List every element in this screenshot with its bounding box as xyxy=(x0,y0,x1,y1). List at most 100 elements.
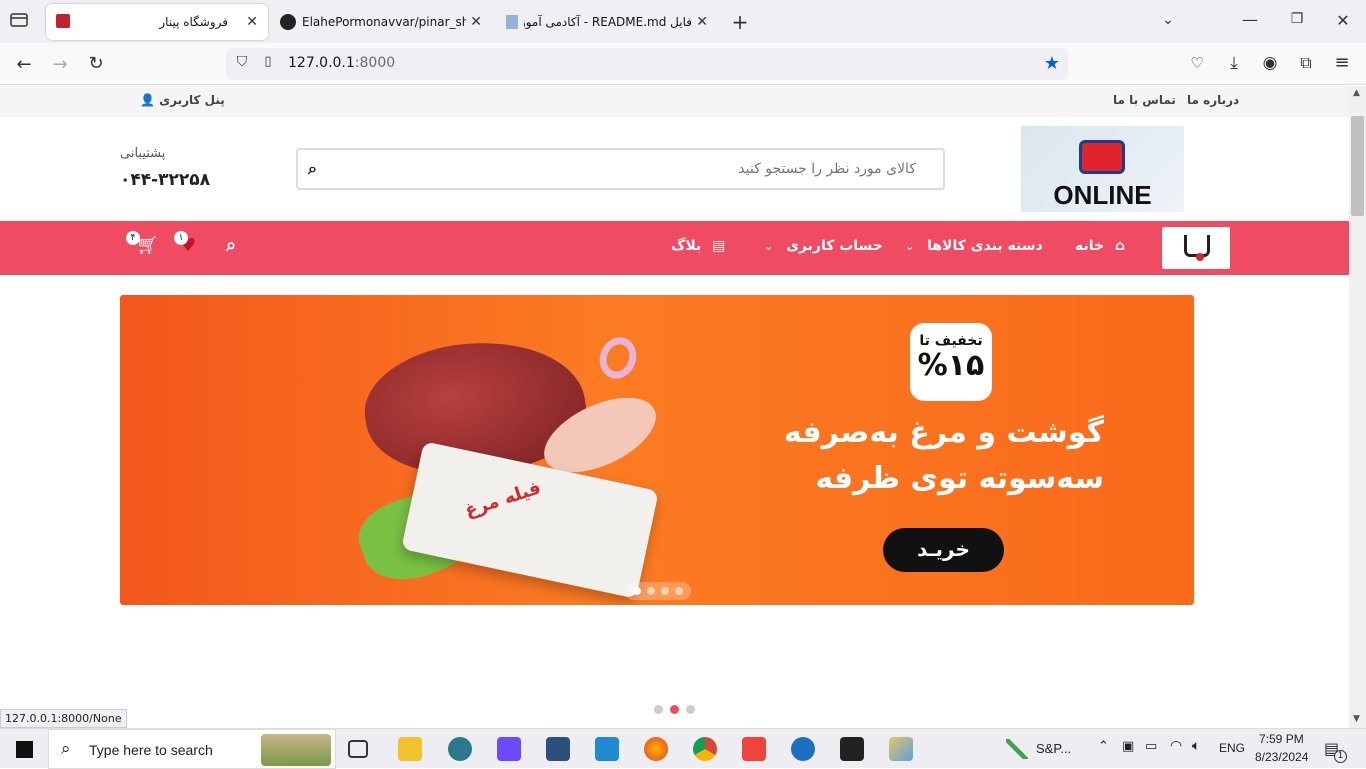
app-v-icon[interactable] xyxy=(791,737,815,761)
cart-count-badge: ۴ xyxy=(126,231,140,245)
volume-icon[interactable]: 🔈︎ xyxy=(1192,738,1200,754)
slide-dot[interactable] xyxy=(661,587,669,595)
menu-icon[interactable]: ≡ xyxy=(1332,52,1352,73)
restore-icon[interactable]: ❐ xyxy=(1287,11,1307,27)
web-page: درباره ما تماس با ما 👤 پنل کاربری ONLINE… xyxy=(0,86,1349,728)
stocks-label[interactable]: S&P... xyxy=(1036,741,1071,756)
slide-dot-active[interactable] xyxy=(670,705,679,714)
browser-tab-bar: فروشگاه پینار ✕ ElahePormonavvar/pinar_s… xyxy=(0,0,1366,43)
reload-icon[interactable]: ↻ xyxy=(86,53,106,74)
taskbar-search-placeholder: Type here to search xyxy=(89,742,213,758)
site-logo[interactable]: ONLINE xyxy=(1021,126,1184,212)
downloads-icon[interactable]: ⤓ xyxy=(1224,53,1244,73)
battery-icon[interactable]: ▭ xyxy=(1145,739,1157,754)
discount-label: تخفیف تا xyxy=(919,333,983,349)
pocket-icon[interactable]: ♡ xyxy=(1187,54,1207,72)
logo-text: ONLINE xyxy=(1053,180,1152,210)
clock-time[interactable]: 7:59 PM xyxy=(1259,732,1304,746)
menu-blog[interactable]: بلاگ ▤ xyxy=(671,238,725,254)
page-scrollbar[interactable]: ▲ ▼ xyxy=(1349,86,1366,728)
task-view-icon[interactable] xyxy=(348,740,368,758)
slide-dot[interactable] xyxy=(686,705,695,714)
menu-categories[interactable]: ⌄ دسته بندی کالاها xyxy=(905,238,1043,254)
tab-github[interactable]: ElahePormonavvar/pinar_shop ✕ xyxy=(274,4,490,40)
contact-link[interactable]: تماس با ما xyxy=(1113,93,1176,107)
user-panel-link[interactable]: 👤 پنل کاربری xyxy=(140,93,225,107)
menu-account-label: حساب کاربری xyxy=(786,238,883,254)
tab-title: فروشگاه پینار xyxy=(159,15,228,29)
close-tab-icon[interactable]: ✕ xyxy=(470,14,482,30)
discount-value: %۱۵ xyxy=(917,348,985,383)
list-tabs-icon[interactable]: ⌄ xyxy=(1158,12,1178,28)
language-indicator[interactable]: ENG xyxy=(1219,741,1245,755)
file-explorer-icon[interactable] xyxy=(398,737,422,761)
bookmark-star-icon[interactable]: ★ xyxy=(1042,53,1062,74)
account-icon[interactable]: ◉ xyxy=(1260,53,1280,73)
slide-dot[interactable] xyxy=(654,705,663,714)
shop-cart-logo-icon xyxy=(1079,140,1125,174)
menu-home[interactable]: خانه ⌂ xyxy=(1075,238,1125,254)
extensions-icon[interactable]: ⧉ xyxy=(1296,53,1316,73)
cart-wheel-icon xyxy=(1196,253,1204,261)
windows-start-icon[interactable] xyxy=(16,741,33,758)
page-info-icon[interactable]: ▯ xyxy=(260,54,276,69)
windows-taskbar: ⌕ Type here to search S&P... ⌃ ▣ ▭ ◠ 🔈︎ … xyxy=(0,728,1366,769)
site-search-input[interactable] xyxy=(338,150,928,188)
new-tab-icon[interactable]: + xyxy=(730,10,750,34)
menu-logo[interactable] xyxy=(1162,227,1230,269)
scroll-down-icon[interactable]: ▼ xyxy=(1353,714,1360,724)
vscode-icon[interactable] xyxy=(595,737,619,761)
slide-dot[interactable] xyxy=(647,587,655,595)
tray-chevron-icon[interactable]: ⌃ xyxy=(1098,739,1109,754)
terminal-icon[interactable] xyxy=(840,737,864,761)
ssms-icon[interactable] xyxy=(546,737,570,761)
shield-icon[interactable]: ⛉ xyxy=(234,54,250,70)
about-link[interactable]: درباره ما xyxy=(1187,93,1239,107)
scrollbar-thumb[interactable] xyxy=(1351,116,1364,216)
firefox-icon[interactable] xyxy=(644,737,668,761)
support-phone: ۰۴۴-۳۲۲۵۸ xyxy=(120,170,211,190)
slide-dot[interactable] xyxy=(633,587,641,595)
wifi-icon[interactable]: ◠ xyxy=(1170,738,1182,754)
proton-vpn-icon[interactable] xyxy=(497,737,521,761)
chevron-down-icon: ⌄ xyxy=(764,240,774,253)
banner-buy-button[interactable]: خریـد xyxy=(883,528,1004,572)
app-globe-icon[interactable] xyxy=(448,737,472,761)
site-search-box[interactable]: ⌕ xyxy=(296,148,945,190)
address-bar[interactable]: ⛉ ▯ 127.0.0.1:8000 ★ xyxy=(226,48,1068,80)
cart-button[interactable]: 🛒︎ ۴ xyxy=(126,231,159,257)
hero-banner-slider[interactable]: فیله مرغ تخفیف تا %۱۵ گوشت و مرغ به‌صرفه… xyxy=(120,295,1194,605)
close-tab-icon[interactable]: ✕ xyxy=(696,14,708,30)
wishlist-button[interactable]: ♥ ۱ xyxy=(174,231,202,257)
package-label: فیله مرغ xyxy=(462,477,544,522)
stocks-icon[interactable] xyxy=(1006,739,1028,759)
search-icon[interactable]: ⌕ xyxy=(308,159,317,179)
tab-title: ElahePormonavvar/pinar_shop xyxy=(302,15,466,29)
readme-favicon-icon xyxy=(506,15,518,29)
tab-pinar-shop[interactable]: فروشگاه پینار ✕ xyxy=(46,4,268,40)
back-icon[interactable]: ← xyxy=(14,54,34,75)
slide-dot[interactable] xyxy=(675,587,683,595)
close-window-icon[interactable]: ✕ xyxy=(1333,11,1353,30)
url-host: 127.0.0.1 xyxy=(288,55,355,71)
close-tab-icon[interactable]: ✕ xyxy=(246,14,258,30)
github-favicon-icon xyxy=(280,14,296,30)
scroll-up-icon[interactable]: ▲ xyxy=(1353,88,1360,98)
banner-headline-1: گوشت و مرغ به‌صرفه xyxy=(783,415,1104,450)
tab-overview-icon[interactable] xyxy=(8,12,30,32)
chrome-icon[interactable] xyxy=(693,737,717,761)
forward-icon[interactable]: → xyxy=(50,54,70,75)
meet-icon[interactable]: ▣ xyxy=(1122,739,1134,754)
anydesk-icon[interactable] xyxy=(742,737,766,761)
tab-readme[interactable]: فایل README.md - آکادمی آموز ✕ xyxy=(500,4,714,40)
search-icon: ⌕ xyxy=(61,739,71,759)
slider-pagination xyxy=(625,582,691,600)
paint-icon[interactable] xyxy=(889,737,913,761)
header-search-icon[interactable]: ⌕ xyxy=(226,235,236,256)
home-icon: ⌂ xyxy=(1114,238,1125,254)
minimize-icon[interactable]: — xyxy=(1240,10,1260,29)
status-url: 127.0.0.1:8000/None xyxy=(0,709,127,728)
menu-account[interactable]: ⌄ حساب کاربری xyxy=(764,238,883,254)
taskbar-search[interactable]: ⌕ Type here to search xyxy=(48,729,336,769)
clock-date[interactable]: 8/23/2024 xyxy=(1255,750,1308,764)
